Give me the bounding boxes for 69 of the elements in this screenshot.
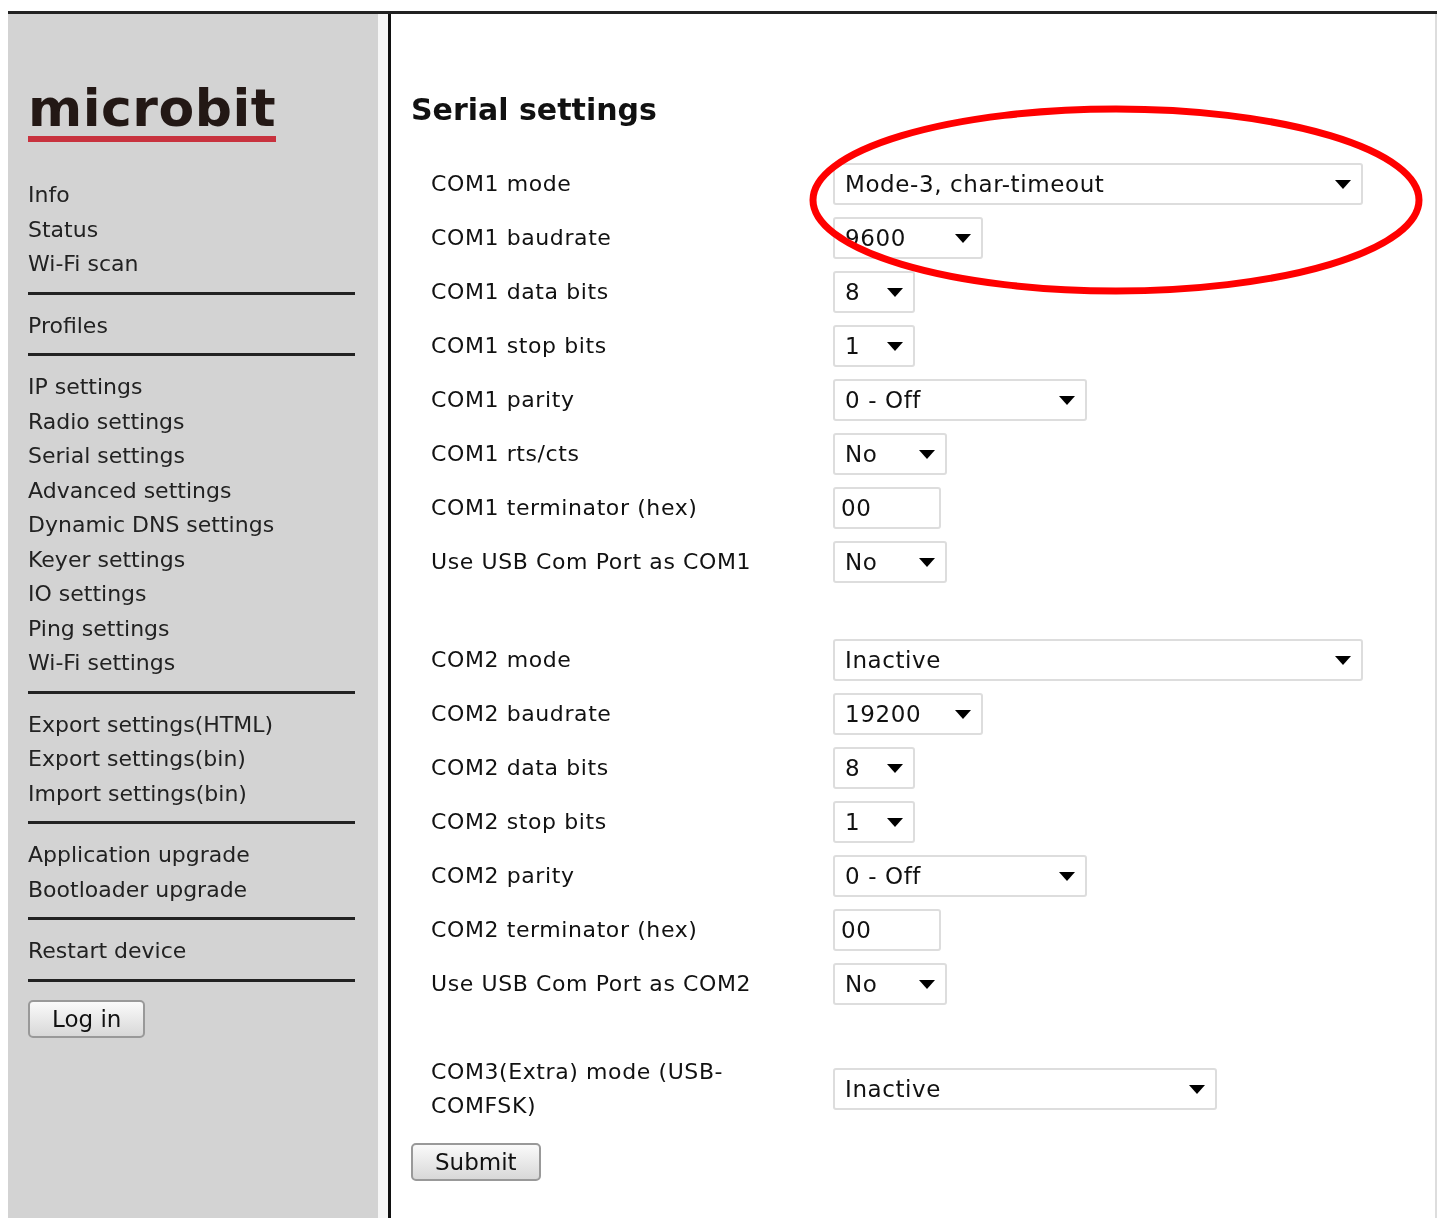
select-field[interactable]: Mode-3, char-timeout [833,163,1363,205]
field-label: Use USB Com Port as COM2 [430,970,753,998]
menu-link[interactable]: Application upgrade [28,838,250,873]
login-button[interactable]: Log in [28,999,146,1038]
caret-icon [887,341,903,351]
menu-link[interactable]: Status [28,212,139,247]
caret-icon [1189,1084,1205,1094]
field-label: COM1 stop bits [430,332,608,360]
menu-link[interactable]: Radio settings [28,404,275,439]
field-label: COM2 terminator (hex) [430,916,699,944]
select-field[interactable]: No [833,541,947,583]
select-field[interactable]: 1 [833,325,915,367]
caret-icon [1335,179,1351,189]
field-label: COM2 stop bits [430,808,608,836]
field-label: COM3(Extra) mode (USB-COMFSK) [430,1058,725,1120]
select-field[interactable]: 0 - Off [833,379,1087,421]
field-label: COM2 mode [430,646,573,674]
select-field[interactable]: 0 - Off [833,855,1087,897]
select-field[interactable]: No [833,433,947,475]
menu-link[interactable]: IP settings [28,370,275,405]
field-label: COM2 baudrate [430,700,613,728]
field-label: COM1 rts/cts [430,440,581,468]
menu-link[interactable]: Bootloader upgrade [28,872,250,907]
caret-icon [1059,395,1075,405]
select-field[interactable]: 1 [833,801,915,843]
field-label: COM2 data bits [430,754,610,782]
menu-link[interactable]: Wi-Fi settings [28,646,275,681]
caret-icon [955,233,971,243]
menu-link[interactable]: Restart device [28,934,187,969]
caret-icon [919,449,935,459]
select-field[interactable]: No [833,963,947,1005]
select-field[interactable]: 9600 [833,217,983,259]
select-field[interactable]: 19200 [833,693,983,735]
caret-icon [955,709,971,719]
menu-link[interactable]: Ping settings [28,611,275,646]
logo: microbit [28,82,277,142]
caret-icon [887,817,903,827]
field-label: COM2 parity [430,862,576,890]
menu-link[interactable]: Dynamic DNS settings [28,508,275,543]
input-field[interactable]: 00 [833,909,941,951]
menu-link[interactable]: Profiles [28,308,108,343]
menu-link[interactable]: Info [28,178,139,213]
caret-icon [1059,871,1075,881]
menu-link[interactable]: Serial settings [28,439,275,474]
input-field[interactable]: 00 [833,487,941,529]
menu-link[interactable]: Keyer settings [28,542,275,577]
field-label: Use USB Com Port as COM1 [430,548,753,576]
caret-icon [887,287,903,297]
caret-icon [887,763,903,773]
caret-icon [919,557,935,567]
menu-link[interactable]: Export settings(bin) [28,742,274,777]
select-field[interactable]: 8 [833,271,915,313]
menu-link[interactable]: Wi-Fi scan [28,247,139,282]
field-label: COM1 terminator (hex) [430,494,699,522]
select-field[interactable]: Inactive [833,1068,1217,1110]
caret-icon [919,979,935,989]
select-field[interactable]: 8 [833,747,915,789]
field-label: COM1 data bits [430,278,610,306]
menu-link[interactable]: Advanced settings [28,473,275,508]
menu-link[interactable]: Import settings(bin) [28,776,274,811]
menu-link[interactable]: Export settings(HTML) [28,707,274,742]
select-field[interactable]: Inactive [833,639,1363,681]
page-title: Serial settings [411,92,658,127]
menu-link[interactable]: IO settings [28,577,275,612]
caret-icon [1335,655,1351,665]
field-label: COM1 parity [430,386,576,414]
field-label: COM1 baudrate [430,224,613,252]
field-label: COM1 mode [430,170,573,198]
submit-button[interactable]: Submit [411,1143,541,1181]
